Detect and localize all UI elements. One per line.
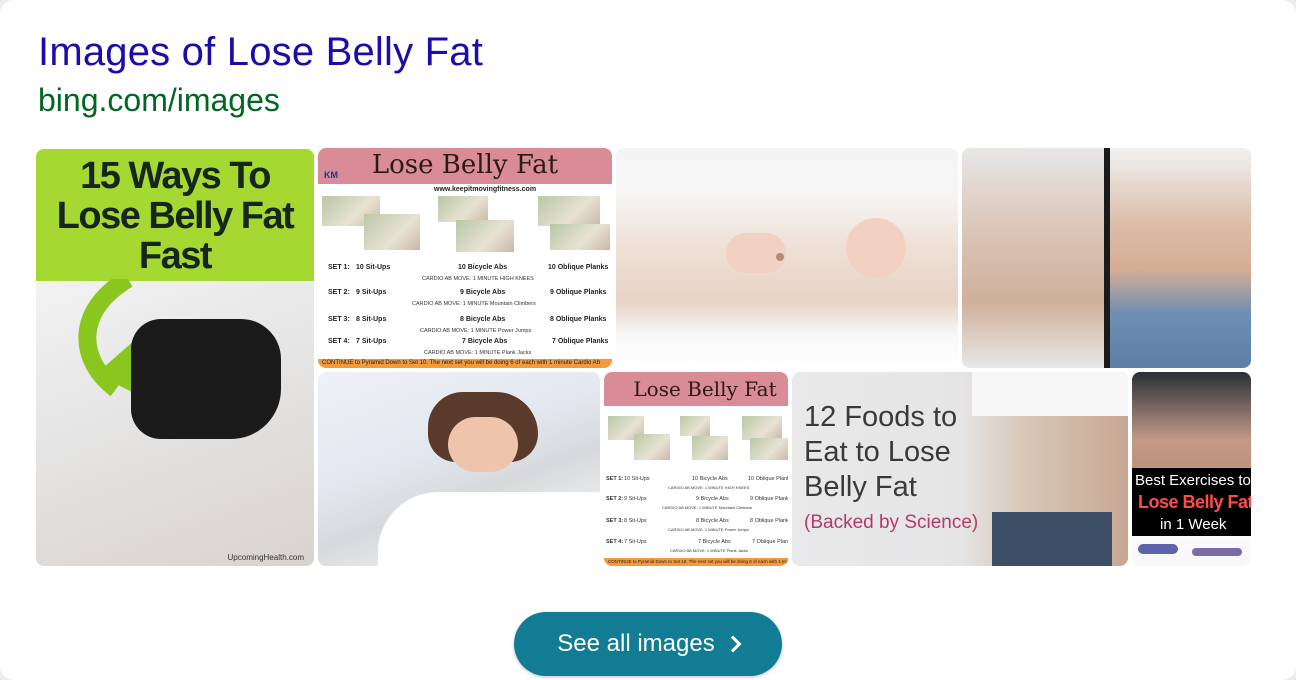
chart-cell: 9 Bicycle Abs — [696, 496, 729, 502]
exercise-figure — [692, 436, 728, 460]
chart-set-label: SET 1: — [328, 264, 350, 271]
chart-cell: 8 Sit-Ups — [624, 518, 647, 524]
exercise-figure — [456, 220, 514, 252]
exercise-figure — [438, 196, 488, 222]
exercise-figure — [550, 224, 610, 250]
chart-cardio: CARDIO AB MOVE: 1 MINUTE Mountain Climbe… — [662, 505, 753, 510]
tile-credit: UpcomingHealth.com — [227, 553, 304, 562]
chart-url: www.keepitmovingfitness.com — [434, 186, 537, 193]
tile-photo-before — [962, 148, 1104, 368]
chart-cell: 7 Oblique Planks — [752, 539, 788, 545]
chart-banner-title: Lose Belly Fat — [371, 150, 559, 180]
chart-cell: 10 Bicycle Abs — [458, 264, 508, 271]
chart-cell: 10 Oblique Planks — [748, 476, 788, 482]
best-title-highlight: Lose Belly Fat — [1138, 492, 1251, 512]
chart-cell: 8 Sit-Ups — [356, 316, 387, 323]
exercise-figure — [742, 416, 782, 440]
chart-cell: 7 Bicycle Abs — [462, 338, 508, 345]
km-logo: KM — [324, 170, 338, 180]
image-tile-belly-hands[interactable] — [616, 148, 958, 368]
chevron-right-icon — [724, 635, 742, 653]
tile-headline-line: Lose Belly Fat — [56, 195, 295, 237]
exercise-figure — [634, 434, 670, 460]
chart-cell: 10 Oblique Planks — [548, 264, 609, 271]
tile-photo-blanket — [378, 492, 600, 566]
tile-headline-line: 15 Ways To — [80, 155, 271, 197]
exercise-figure — [538, 196, 600, 226]
tile-headline-line: Fast — [138, 235, 213, 277]
chart-cell: 10 Sit-Ups — [356, 264, 391, 271]
exercise-figure — [750, 438, 788, 460]
chart-cell: 9 Sit-Ups — [624, 496, 647, 502]
image-tile-15-ways[interactable]: 15 Ways To Lose Belly Fat Fast UpcomingH… — [36, 149, 314, 566]
chart-set-label: SET 3: — [606, 518, 624, 524]
chart-cell: 8 Bicycle Abs — [460, 316, 506, 323]
chart-cardio: CARDIO AB MOVE: 1 MINUTE HIGH KNEES — [668, 485, 750, 490]
source-url: bing.com/images — [38, 82, 280, 118]
tile-photo-hand — [846, 218, 906, 278]
foods-title-line: 12 Foods to — [804, 401, 958, 433]
exercise-figure — [1138, 544, 1178, 554]
chart-cell: 9 Sit-Ups — [356, 289, 387, 296]
image-answer-card: Images of Lose Belly Fat bing.com/images… — [0, 0, 1296, 680]
chart-cardio: CARDIO AB MOVE: 1 MINUTE Power Jumps — [420, 328, 532, 334]
chart-set-label: SET 4: — [328, 338, 350, 345]
chart-set-label: SET 2: — [606, 496, 624, 502]
tile-photo-navel — [776, 253, 784, 261]
chart-cell: 7 Sit-Ups — [624, 539, 647, 545]
chart-cell: 9 Oblique Planks — [550, 289, 607, 296]
chart-cell: 7 Bicycle Abs — [698, 539, 731, 545]
tile-photo-top — [972, 372, 1128, 416]
chart-banner-title: Lose Belly Fat — [633, 377, 777, 401]
chart-cell: 9 Oblique Planks — [750, 496, 788, 502]
chart-cell: 10 Sit-Ups — [624, 476, 650, 482]
best-title-line: in 1 Week — [1160, 516, 1227, 533]
chart-cardio: CARDIO AB MOVE: 1 MINUTE Power Jumps — [668, 527, 749, 532]
image-tile-workout-chart[interactable]: Lose Belly Fat KM www.keepitmovingfitnes… — [318, 148, 612, 368]
tile-photo-top — [131, 319, 281, 439]
chart-cardio: CARDIO AB MOVE: 1 MINUTE Plank Jacks — [670, 548, 749, 553]
image-tile-before-after[interactable] — [962, 148, 1251, 368]
image-tile-workout-chart-small[interactable]: Lose Belly Fat SET 1: 10 Sit-Ups 10 Bicy… — [604, 372, 788, 566]
chart-cell: 10 Bicycle Abs — [692, 476, 728, 482]
tile-photo-after — [1110, 148, 1251, 368]
exercise-figure — [680, 416, 710, 436]
chart-cell: 9 Bicycle Abs — [460, 289, 506, 296]
chart-cardio: CARDIO AB MOVE: 1 MINUTE Mountain Climbe… — [412, 301, 536, 307]
images-title-link[interactable]: Images of Lose Belly Fat — [38, 30, 483, 75]
chart-cell: 7 Sit-Ups — [356, 338, 387, 345]
foods-title-line: Eat to Lose — [804, 436, 951, 468]
tile-photo-face — [448, 417, 518, 472]
chart-cardio: CARDIO AB MOVE: 1 MINUTE HIGH KNEES — [422, 276, 534, 282]
chart-cardio: CARDIO AB MOVE: 1 MINUTE Plank Jacks — [424, 350, 532, 356]
image-tile-sleeping[interactable] — [318, 372, 600, 566]
image-tile-best-exercises[interactable]: Best Exercises to Lose Belly Fat in 1 We… — [1132, 372, 1251, 566]
see-all-images-label: See all images — [557, 630, 715, 657]
chart-set-label: SET 3: — [328, 316, 350, 323]
chart-footer: CONTINUE to Pyramid Down to Set 10. The … — [604, 558, 788, 566]
chart-set-label: SET 2: — [328, 289, 350, 296]
chart-cell: 8 Oblique Planks — [750, 518, 788, 524]
chart-cell: 7 Oblique Planks — [552, 338, 609, 345]
chart-set-label: SET 4: — [606, 539, 624, 545]
exercise-figure — [1192, 548, 1242, 556]
chart-cell: 8 Bicycle Abs — [696, 518, 729, 524]
foods-subtitle: (Backed by Science) — [804, 512, 979, 533]
see-all-images-button[interactable]: See all images — [514, 612, 782, 676]
image-tile-12-foods[interactable]: 12 Foods to Eat to Lose Belly Fat (Backe… — [792, 372, 1128, 566]
chart-cell: 8 Oblique Planks — [550, 316, 607, 323]
tile-photo-jeans — [992, 512, 1112, 566]
chart-set-label: SET 1: — [606, 476, 624, 482]
best-title-line: Best Exercises to — [1135, 472, 1251, 489]
foods-title-line: Belly Fat — [804, 471, 917, 503]
chart-footer: CONTINUE to Pyramid Down to Set 10. The … — [318, 359, 612, 368]
exercise-figure — [364, 214, 420, 250]
